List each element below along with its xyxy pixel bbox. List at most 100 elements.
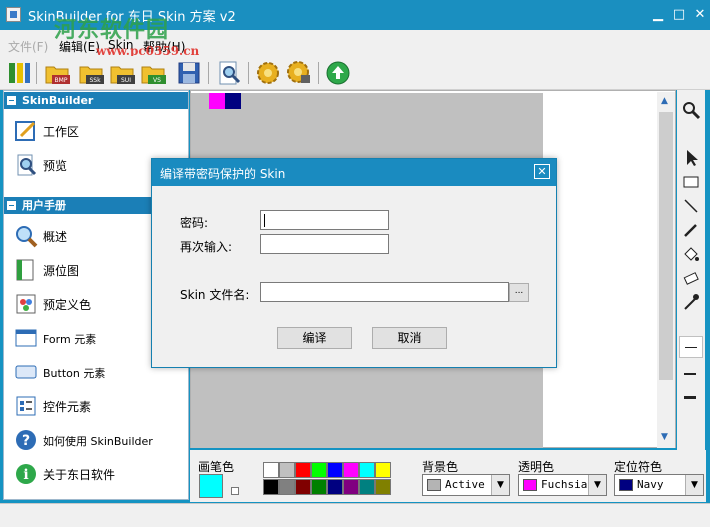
- color-swatch[interactable]: [343, 462, 359, 478]
- password-input[interactable]: [260, 210, 389, 230]
- skin-filename-input[interactable]: [260, 282, 509, 302]
- svg-text:SSk: SSk: [89, 77, 101, 84]
- color-swatch[interactable]: [279, 479, 295, 495]
- toolbar-separator: [208, 62, 209, 84]
- line-width-3[interactable]: [684, 396, 696, 399]
- compile-password-icon[interactable]: [286, 60, 312, 86]
- edit-icon: [14, 119, 38, 143]
- color-swatch[interactable]: [375, 462, 391, 478]
- color-swatch[interactable]: [343, 479, 359, 495]
- maximize-icon[interactable]: □: [669, 6, 689, 24]
- cancel-button[interactable]: 取消: [372, 327, 447, 349]
- locator-color-label: 定位符色: [614, 460, 663, 474]
- collapse-icon[interactable]: [7, 96, 16, 105]
- svg-text:i: i: [23, 467, 28, 483]
- nav-workspace[interactable]: 工作区: [12, 117, 188, 145]
- new-icon[interactable]: [6, 60, 32, 86]
- color-palette: 画笔色 背景色 Active B ▼ 透明色 Fuchsia ▼ 定位符色 Na…: [190, 450, 706, 502]
- transparent-color-select[interactable]: Fuchsia ▼: [518, 474, 607, 496]
- palette-icon: [14, 292, 38, 316]
- nav-control-element[interactable]: 控件元素: [12, 392, 188, 420]
- canvas-swatch: [225, 93, 241, 109]
- toolbar-separator: [36, 62, 37, 84]
- select-value: Fuchsia: [541, 478, 588, 491]
- form-icon: [14, 326, 38, 350]
- line-width-2[interactable]: [684, 373, 696, 375]
- background-color-label: 背景色: [422, 460, 459, 474]
- color-chip: [619, 479, 633, 491]
- color-swatch[interactable]: [359, 479, 375, 495]
- select-tool-icon[interactable]: [681, 148, 701, 168]
- color-chip: [427, 479, 441, 491]
- open-ssk-icon[interactable]: SSk: [78, 60, 104, 86]
- line-tool-icon[interactable]: [681, 196, 701, 216]
- color-swatch[interactable]: [295, 462, 311, 478]
- color-swatch[interactable]: [295, 479, 311, 495]
- nav-label: Form 元素: [43, 333, 97, 346]
- eyedropper-tool-icon[interactable]: [681, 292, 701, 312]
- pencil-tool-icon[interactable]: [681, 220, 701, 240]
- open-vs-icon[interactable]: VS: [140, 60, 166, 86]
- vertical-scrollbar[interactable]: ▲ ▼: [657, 92, 675, 448]
- pen-color-swatch[interactable]: [199, 474, 223, 498]
- scroll-thumb[interactable]: [659, 112, 673, 380]
- compile-button[interactable]: 编译: [277, 327, 352, 349]
- status-bar: [0, 503, 710, 527]
- color-swatch[interactable]: [311, 462, 327, 478]
- open-sui-icon[interactable]: SUI: [109, 60, 135, 86]
- dialog-title: 编译带密码保护的 Skin: [160, 167, 286, 181]
- color-swatch[interactable]: [279, 462, 295, 478]
- chevron-down-icon[interactable]: ▼: [685, 475, 703, 495]
- browse-button[interactable]: ...: [509, 283, 529, 302]
- scroll-up-icon[interactable]: ▲: [661, 96, 668, 106]
- section-title: SkinBuilder: [22, 94, 94, 107]
- confirm-password-input[interactable]: [260, 234, 389, 254]
- nav-how-to-use[interactable]: ? 如何使用 SkinBuilder: [12, 426, 188, 454]
- menu-file[interactable]: 文件(F): [8, 38, 48, 55]
- rectangle-tool-icon[interactable]: [681, 172, 701, 192]
- update-icon[interactable]: [325, 60, 351, 86]
- compile-icon[interactable]: [255, 60, 281, 86]
- save-icon[interactable]: [176, 60, 202, 86]
- close-icon[interactable]: ✕: [690, 6, 710, 24]
- section-title: 用户手册: [22, 199, 66, 212]
- nav-label: 源位图: [43, 264, 80, 278]
- canvas-swatch: [209, 93, 225, 109]
- svg-text:VS: VS: [153, 77, 161, 84]
- background-color-select[interactable]: Active B ▼: [422, 474, 510, 496]
- locator-color-select[interactable]: Navy ▼: [614, 474, 704, 496]
- color-swatch[interactable]: [375, 479, 391, 495]
- chevron-down-icon[interactable]: ▼: [588, 475, 606, 495]
- minimize-icon[interactable]: ▁: [648, 6, 668, 24]
- color-swatch[interactable]: [327, 479, 343, 495]
- fill-tool-icon[interactable]: [681, 244, 701, 264]
- color-swatch[interactable]: [263, 479, 279, 495]
- open-bmp-icon[interactable]: BMP: [44, 60, 70, 86]
- scroll-down-icon[interactable]: ▼: [661, 432, 668, 442]
- preview-icon[interactable]: [216, 60, 242, 86]
- chevron-down-icon[interactable]: ▼: [491, 475, 509, 495]
- color-swatch[interactable]: [327, 462, 343, 478]
- skin-filename-label: Skin 文件名:: [180, 288, 250, 302]
- color-swatch[interactable]: [359, 462, 375, 478]
- text-cursor: [264, 214, 265, 227]
- collapse-icon[interactable]: [7, 201, 16, 210]
- nav-label: 工作区: [43, 125, 80, 139]
- zoom-tool-icon[interactable]: [681, 100, 701, 120]
- pen-color-small-swatch[interactable]: [231, 487, 239, 495]
- close-icon[interactable]: ✕: [534, 164, 550, 179]
- preview-icon: [14, 153, 38, 177]
- info-icon: i: [14, 462, 38, 486]
- app-icon: [6, 7, 21, 22]
- confirm-password-label: 再次输入:: [180, 240, 233, 254]
- tool-strip: [677, 90, 705, 500]
- color-swatch[interactable]: [311, 479, 327, 495]
- section-skinbuilder[interactable]: SkinBuilder: [4, 92, 188, 109]
- password-dialog: 编译带密码保护的 Skin ✕ 密码: 再次输入: Skin 文件名: ... …: [151, 158, 557, 368]
- line-width-1[interactable]: [679, 336, 703, 358]
- color-swatch[interactable]: [263, 462, 279, 478]
- select-value: Active B: [445, 478, 489, 491]
- nav-about[interactable]: i 关于东日软件: [12, 460, 188, 488]
- eraser-tool-icon[interactable]: [681, 268, 701, 288]
- bitmap-icon: [14, 258, 38, 282]
